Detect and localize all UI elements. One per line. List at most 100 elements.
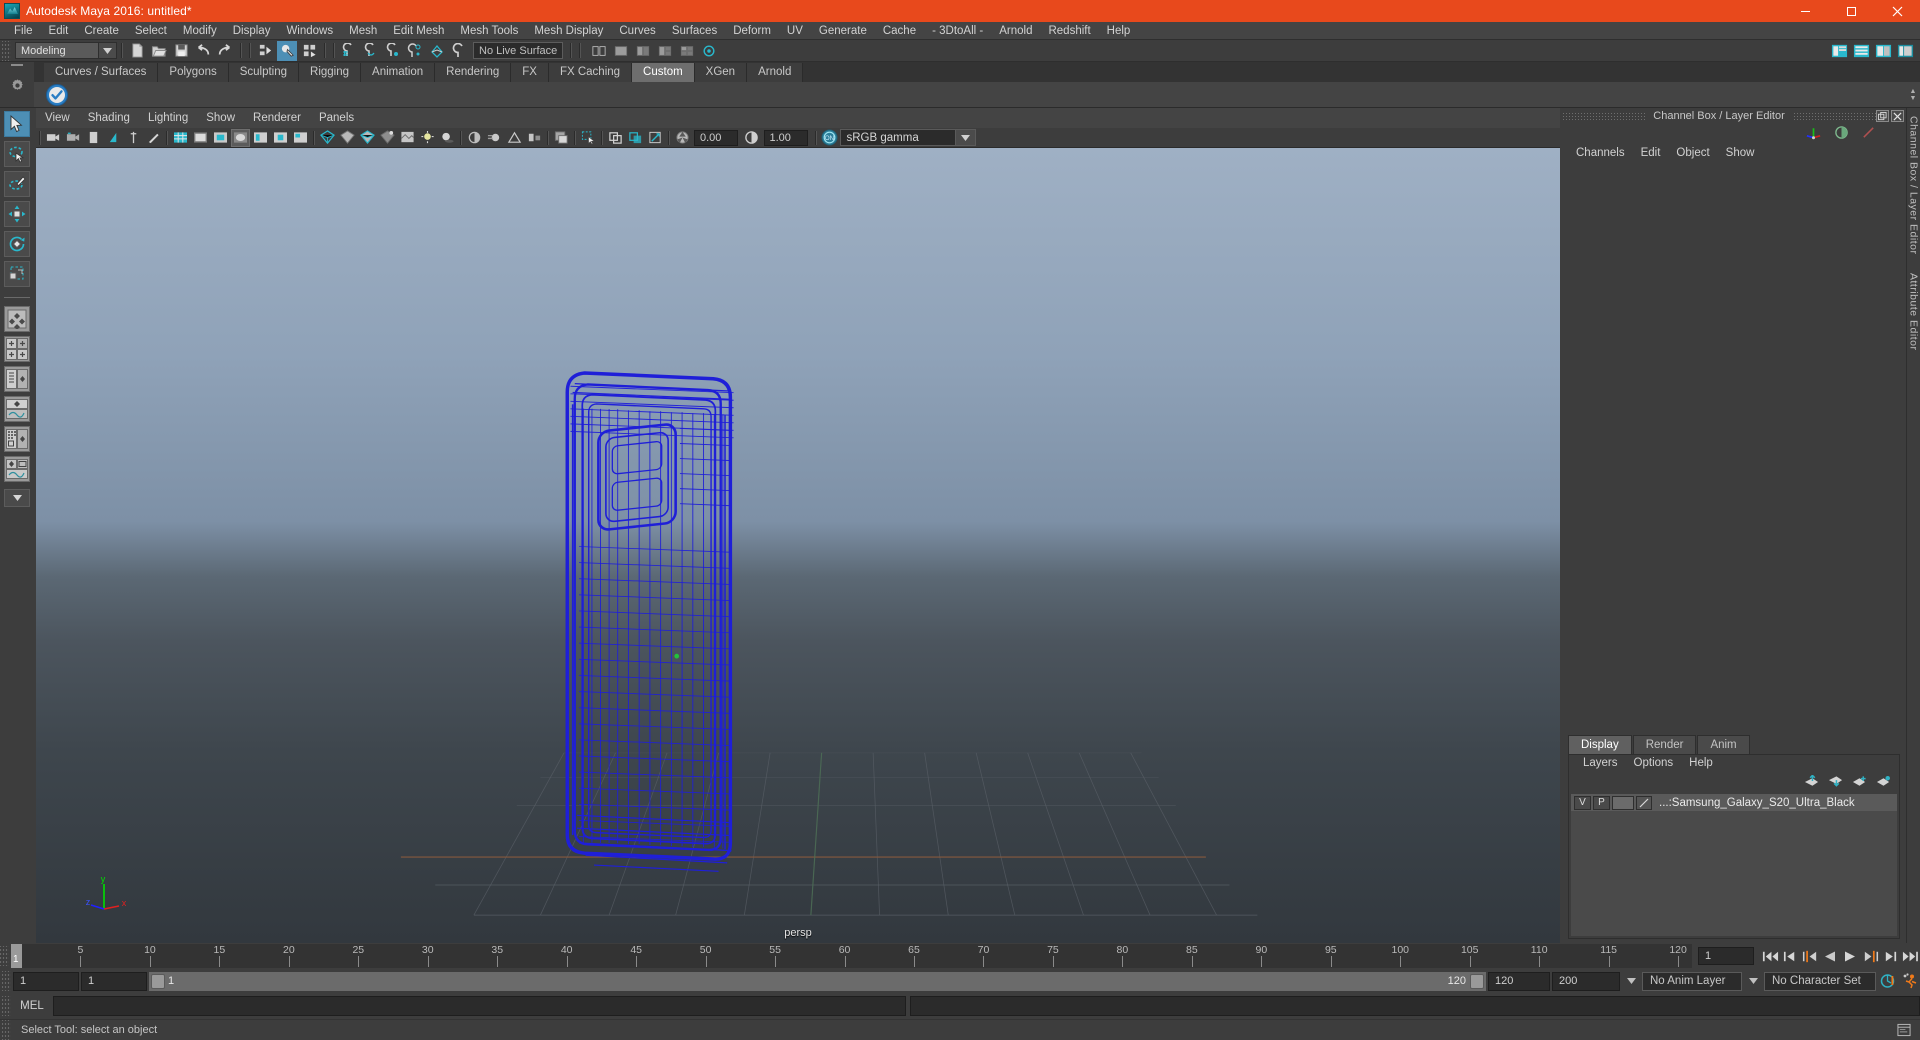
texture-toggle-icon[interactable] <box>398 129 417 147</box>
redo-icon[interactable] <box>215 41 235 61</box>
maximize-button[interactable] <box>1828 0 1874 22</box>
image-plane-icon[interactable] <box>104 129 123 147</box>
screen-space-ao-icon[interactable] <box>465 129 484 147</box>
layer-name[interactable]: ...:Samsung_Galaxy_S20_Ultra_Black <box>1659 797 1855 809</box>
layer-visibility-toggle[interactable]: V <box>1574 795 1591 810</box>
gate-mask-icon[interactable] <box>230 128 250 147</box>
lasso-tool-button[interactable] <box>4 141 30 167</box>
shelf-tab-xgen[interactable]: XGen <box>694 63 748 82</box>
menu-edit[interactable]: Edit <box>41 22 77 40</box>
layer-tab-render[interactable]: Render <box>1632 735 1697 754</box>
script-editor-icon[interactable] <box>1894 1020 1914 1040</box>
layout-single-perspective-button[interactable] <box>4 306 30 332</box>
isolate-select-icon[interactable] <box>552 129 571 147</box>
range-slider-right-handle[interactable] <box>1470 973 1484 989</box>
character-set-field[interactable]: No Character Set <box>1764 971 1876 991</box>
menu-cache[interactable]: Cache <box>875 22 924 40</box>
panel-layout-three-icon[interactable] <box>655 41 675 61</box>
layer-color-swatch[interactable] <box>1612 795 1634 810</box>
panel-layout-two-icon[interactable] <box>633 41 653 61</box>
range-start-field[interactable]: 1 <box>13 971 79 991</box>
channel-box-attribute-list[interactable] <box>1562 162 1906 734</box>
command-language-label[interactable]: MEL <box>11 1000 53 1012</box>
snap-to-grid-icon[interactable] <box>339 41 359 61</box>
time-slider-grip[interactable] <box>0 946 9 966</box>
channel-box-icon[interactable] <box>1873 41 1893 61</box>
go-to-start-icon[interactable] <box>1760 946 1780 966</box>
shelf-item-checkmark-badge-icon[interactable] <box>42 83 72 107</box>
snap-to-view-plane-icon[interactable] <box>427 41 447 61</box>
menu-file[interactable]: File <box>6 22 41 40</box>
shelf-scroll-up-icon[interactable]: ▲ <box>1910 88 1917 95</box>
menu-arnold[interactable]: Arnold <box>991 22 1040 40</box>
viewport-menu-shading[interactable]: Shading <box>79 108 139 128</box>
panel-close-icon[interactable] <box>1891 110 1904 122</box>
gamma-icon[interactable] <box>742 129 761 147</box>
channelbox-menu-edit[interactable]: Edit <box>1633 144 1669 162</box>
close-button[interactable] <box>1874 0 1920 22</box>
viewport-menu-view[interactable]: View <box>36 108 79 128</box>
panel-layout-four-icon[interactable] <box>677 41 697 61</box>
menu-generate[interactable]: Generate <box>811 22 875 40</box>
anim-layer-field[interactable]: No Anim Layer <box>1642 971 1742 991</box>
menu-3dtoall[interactable]: - 3DtoAll - <box>924 22 991 40</box>
shelf-menu-bar-icon[interactable] <box>11 64 23 66</box>
toolbox-more-layouts-chevron-down-icon[interactable] <box>4 489 30 507</box>
bookmarks-icon[interactable] <box>84 129 103 147</box>
display-layer-list[interactable]: V P ...:Samsung_Galaxy_S20_Ultra_Black <box>1571 794 1897 936</box>
toolbar-grip-handle[interactable] <box>2 40 11 61</box>
select-tool-button[interactable] <box>4 111 30 137</box>
menu-mesh-tools[interactable]: Mesh Tools <box>452 22 526 40</box>
shelf-tab-polygons[interactable]: Polygons <box>158 63 229 82</box>
depth-of-field-icon[interactable] <box>525 129 544 147</box>
menu-uv[interactable]: UV <box>779 22 811 40</box>
menu-mesh[interactable]: Mesh <box>341 22 385 40</box>
wireframe-shading-icon[interactable] <box>318 129 337 147</box>
attribute-editor-icon[interactable] <box>1851 41 1871 61</box>
use-all-lights-icon[interactable] <box>418 129 437 147</box>
range-slider-grip[interactable] <box>2 971 11 991</box>
menu-mesh-display[interactable]: Mesh Display <box>526 22 611 40</box>
shelf-tab-rendering[interactable]: Rendering <box>435 63 512 82</box>
docked-tab-attribute-editor[interactable]: Attribute Editor <box>1908 273 1920 350</box>
animation-end-field[interactable]: 200 <box>1552 971 1620 991</box>
layout-hypershade-persp-button[interactable] <box>4 426 30 452</box>
film-gate-icon[interactable] <box>191 129 210 147</box>
resolution-gate-icon[interactable] <box>211 129 230 147</box>
save-scene-icon[interactable] <box>171 41 191 61</box>
step-back-key-icon[interactable] <box>1800 946 1820 966</box>
menu-set-chevron-down-icon[interactable] <box>99 42 117 59</box>
manipulator-axes-icon[interactable] <box>1805 125 1822 144</box>
channelbox-menu-channels[interactable]: Channels <box>1568 144 1633 162</box>
layer-tab-display[interactable]: Display <box>1568 735 1632 754</box>
color-management-field[interactable]: sRGB gamma <box>839 129 956 146</box>
panel-drag-dots-right[interactable] <box>1792 112 1876 120</box>
panel-layout-single-icon[interactable] <box>611 41 631 61</box>
status-bar-grip[interactable] <box>2 1020 11 1040</box>
shelf-tab-custom[interactable]: Custom <box>632 63 695 82</box>
smooth-shade-all-icon[interactable] <box>338 129 357 147</box>
gamma-value-field[interactable]: 1.00 <box>763 129 808 146</box>
shelf-tab-arnold[interactable]: Arnold <box>747 63 804 82</box>
character-set-chevron-down-icon[interactable] <box>1744 972 1762 991</box>
channelbox-menu-object[interactable]: Object <box>1668 144 1717 162</box>
time-slider-track[interactable]: 1 5 10 15 20 25 30 35 40 45 50 55 60 65 70 75 80 85 90 95 1… <box>11 944 1692 968</box>
play-forwards-icon[interactable] <box>1840 946 1860 966</box>
minimize-button[interactable] <box>1782 0 1828 22</box>
menu-windows[interactable]: Windows <box>278 22 341 40</box>
time-slider-current-frame-cursor[interactable]: 1 <box>11 944 22 968</box>
outliner-icon[interactable] <box>1829 41 1849 61</box>
select-by-hierarchy-icon[interactable] <box>255 41 275 61</box>
snap-to-projected-center-icon[interactable] <box>405 41 425 61</box>
shelf-scroll-arrows[interactable]: ▲ ▼ <box>1906 88 1920 102</box>
select-by-component-type-icon[interactable] <box>299 41 319 61</box>
menu-select[interactable]: Select <box>127 22 175 40</box>
persp-viewport[interactable]: y x z persp <box>36 148 1560 943</box>
shelf-tab-rigging[interactable]: Rigging <box>299 63 362 82</box>
command-line-grip[interactable] <box>2 996 11 1016</box>
camera-attributes-icon[interactable] <box>64 129 83 147</box>
snap-to-point-icon[interactable] <box>383 41 403 61</box>
select-by-object-type-icon[interactable] <box>277 40 297 61</box>
field-chart-icon[interactable] <box>291 129 310 147</box>
command-input-field[interactable] <box>53 996 906 1016</box>
